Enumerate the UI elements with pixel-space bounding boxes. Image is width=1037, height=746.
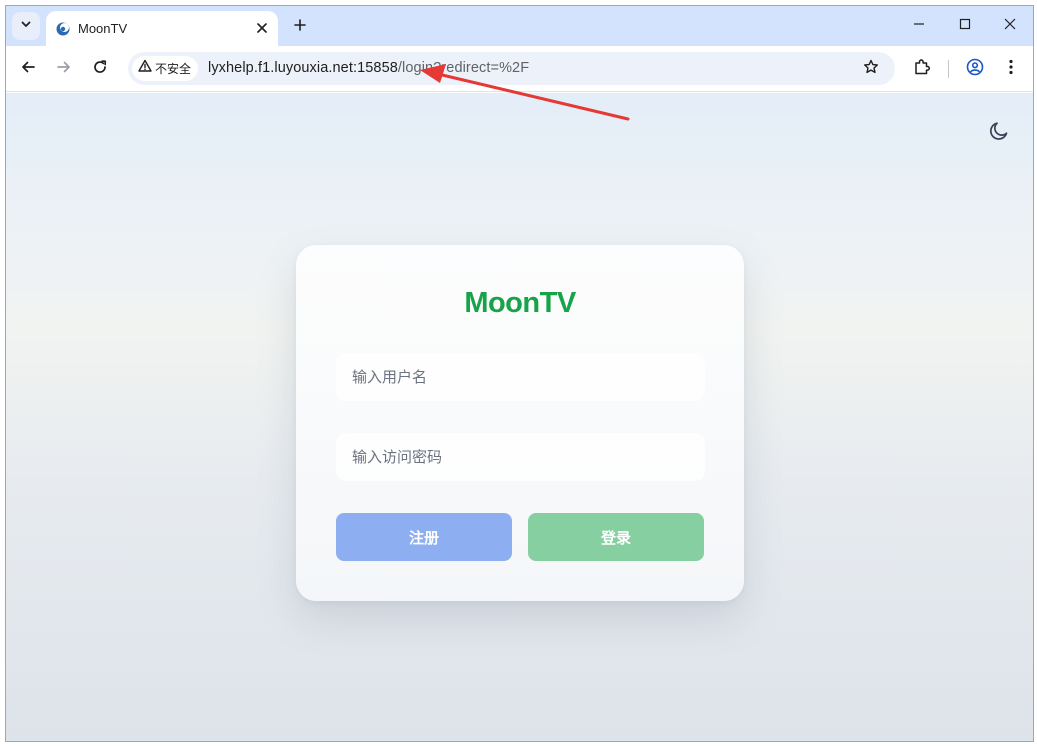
close-window-icon — [1004, 17, 1016, 35]
theme-toggle-button[interactable] — [985, 119, 1013, 147]
login-button[interactable]: 登录 — [528, 513, 704, 561]
plus-icon — [294, 18, 306, 36]
brand-title: MoonTV — [464, 287, 576, 319]
menu-icon — [1008, 58, 1014, 81]
minimize-icon — [913, 17, 925, 35]
maximize-button[interactable] — [952, 14, 978, 38]
username-input[interactable] — [336, 353, 705, 401]
tab-moontv[interactable]: MoonTV — [46, 11, 278, 46]
url-path: /login?redirect=%2F — [397, 60, 530, 76]
security-label: 不安全 — [155, 62, 192, 76]
url-host: lyxhelp.f1.luyouxia.net:15858 — [208, 60, 398, 76]
profile-icon — [966, 58, 984, 81]
reload-button[interactable] — [88, 57, 112, 81]
security-chip[interactable]: 不安全 — [132, 56, 199, 81]
back-icon — [20, 59, 36, 80]
forward-icon — [56, 59, 72, 80]
chevron-down-icon — [20, 17, 32, 35]
bookmark-button[interactable] — [861, 59, 881, 79]
star-icon — [863, 59, 879, 80]
toolbar-divider — [948, 60, 949, 78]
profile-button[interactable] — [963, 57, 987, 81]
warning-icon — [138, 59, 152, 78]
forward-button[interactable] — [52, 57, 76, 81]
tab-strip: MoonTV — [6, 6, 1033, 46]
new-tab-button[interactable] — [288, 15, 312, 39]
menu-button[interactable] — [999, 57, 1023, 81]
page-viewport: MoonTV 注册 登录 — [6, 93, 1033, 741]
back-button[interactable] — [16, 57, 40, 81]
favicon-icon — [56, 22, 70, 36]
close-window-button[interactable] — [997, 14, 1023, 38]
reload-icon — [92, 59, 108, 80]
browser-window: MoonTV 不安全 lyxhelp.f1.luyouxia.net:15858… — [5, 5, 1034, 742]
password-input[interactable] — [336, 433, 705, 481]
login-card: MoonTV 注册 登录 — [296, 245, 744, 601]
browser-toolbar: 不安全 lyxhelp.f1.luyouxia.net:15858/login?… — [6, 46, 1033, 92]
extensions-button[interactable] — [910, 57, 934, 81]
extensions-icon — [913, 58, 931, 81]
moon-icon — [988, 120, 1010, 147]
tab-search-button[interactable] — [12, 12, 40, 40]
register-button[interactable]: 注册 — [336, 513, 512, 561]
close-icon[interactable] — [252, 18, 272, 38]
tab-title: MoonTV — [78, 21, 128, 36]
address-bar[interactable]: 不安全 lyxhelp.f1.luyouxia.net:15858/login?… — [128, 52, 895, 85]
maximize-icon — [959, 17, 971, 35]
url-text[interactable]: lyxhelp.f1.luyouxia.net:15858/login?redi… — [208, 60, 529, 76]
minimize-button[interactable] — [906, 14, 932, 38]
